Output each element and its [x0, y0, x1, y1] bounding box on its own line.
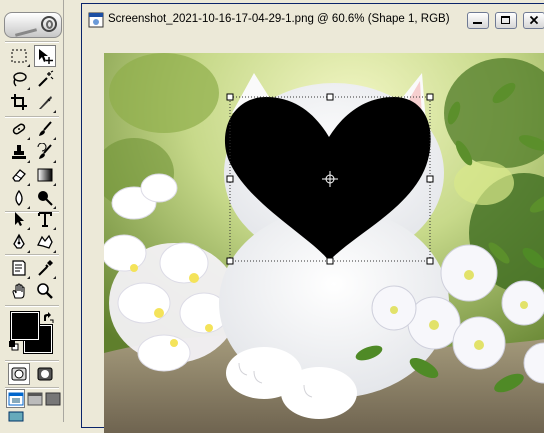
full-screen-menubar-mode-icon[interactable]: [25, 389, 44, 408]
clone-stamp-tool-icon[interactable]: [8, 141, 30, 163]
healing-brush-tool-icon[interactable]: [8, 118, 30, 140]
custom-shape-tool-icon[interactable]: [34, 231, 56, 253]
gradient-tool-icon[interactable]: [34, 164, 56, 186]
tools-palette-header[interactable]: [0, 0, 63, 38]
notes-tool-icon[interactable]: [8, 257, 30, 279]
swap-colors-icon[interactable]: [42, 312, 54, 324]
quick-mask-mode-icon[interactable]: [34, 363, 56, 385]
handle-bottom-right[interactable]: [426, 257, 434, 265]
blur-tool-icon[interactable]: [8, 187, 30, 209]
slice-tool-icon[interactable]: [34, 91, 56, 113]
document-title: Screenshot_2021-10-16-17-04-29-1.png @ 6…: [108, 13, 450, 25]
document-window: Screenshot_2021-10-16-17-04-29-1.png @ 6…: [81, 3, 544, 433]
photoshop-logo-icon[interactable]: [4, 12, 62, 38]
handle-middle-left[interactable]: [226, 175, 234, 183]
handle-top-center[interactable]: [326, 93, 334, 101]
hand-tool-icon[interactable]: [8, 280, 30, 302]
close-button[interactable]: [523, 12, 544, 29]
marquee-tool-icon[interactable]: [8, 45, 30, 67]
image-canvas[interactable]: [104, 53, 544, 433]
photoshop-document-icon[interactable]: [88, 12, 104, 28]
maximize-button[interactable]: [495, 12, 517, 29]
brush-tool-icon[interactable]: [34, 118, 56, 140]
crop-tool-icon[interactable]: [8, 91, 30, 113]
dodge-tool-icon[interactable]: [34, 187, 56, 209]
pen-tool-icon[interactable]: [8, 231, 30, 253]
path-selection-tool-icon[interactable]: [8, 208, 30, 230]
lasso-tool-icon[interactable]: [8, 68, 30, 90]
handle-top-right[interactable]: [426, 93, 434, 101]
move-tool-icon[interactable]: [34, 45, 56, 67]
eyedropper-tool-icon[interactable]: [34, 257, 56, 279]
tools-palette: [0, 0, 64, 422]
eraser-tool-icon[interactable]: [8, 164, 30, 186]
zoom-tool-icon[interactable]: [34, 280, 56, 302]
history-brush-tool-icon[interactable]: [34, 141, 56, 163]
default-colors-icon[interactable]: [9, 341, 19, 351]
document-titlebar[interactable]: Screenshot_2021-10-16-17-04-29-1.png @ 6…: [82, 4, 544, 34]
minimize-button[interactable]: [467, 12, 489, 29]
foreground-color-swatch[interactable]: [10, 311, 40, 341]
handle-bottom-left[interactable]: [226, 257, 234, 265]
magic-wand-tool-icon[interactable]: [34, 68, 56, 90]
full-screen-mode-icon[interactable]: [43, 389, 62, 408]
handle-top-left[interactable]: [226, 93, 234, 101]
standard-screen-mode-icon[interactable]: [6, 389, 25, 408]
standard-mode-icon[interactable]: [8, 363, 30, 385]
handle-middle-right[interactable]: [426, 175, 434, 183]
type-tool-icon[interactable]: [34, 208, 56, 230]
handle-bottom-center[interactable]: [326, 257, 334, 265]
jump-to-imageready-icon[interactable]: [6, 410, 25, 422]
